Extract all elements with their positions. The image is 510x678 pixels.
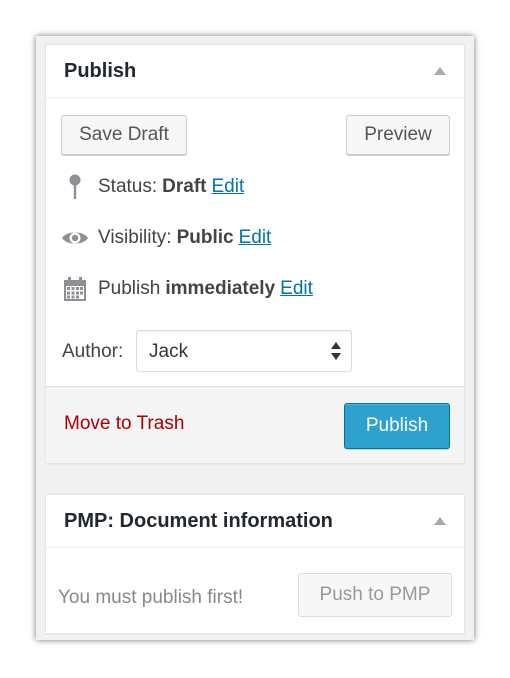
author-label: Author:	[62, 341, 124, 362]
pmp-box-header: PMP: Document information	[46, 495, 464, 548]
major-publishing-actions: Move to Trash Publish	[46, 386, 464, 463]
status-label: Status:	[98, 176, 158, 197]
visibility-label: Visibility:	[98, 227, 172, 248]
status-row: Status: Draft Edit	[60, 173, 244, 201]
visibility-row: Visibility: Public Edit	[60, 224, 271, 252]
schedule-label: Publish	[98, 278, 161, 299]
publish-button[interactable]: Publish	[344, 403, 450, 449]
publish-box-title: Publish	[64, 60, 137, 82]
save-draft-button[interactable]: Save Draft	[61, 115, 187, 155]
pmp-message: You must publish first!	[58, 587, 244, 608]
author-select[interactable]: Jack	[136, 330, 352, 372]
move-to-trash-link[interactable]: Move to Trash	[64, 413, 184, 435]
eye-icon	[60, 224, 90, 252]
preview-button[interactable]: Preview	[346, 115, 450, 155]
calendar-icon	[60, 275, 90, 303]
schedule-edit-link[interactable]: Edit	[280, 278, 313, 300]
schedule-value: immediately	[165, 278, 276, 299]
visibility-edit-link[interactable]: Edit	[239, 227, 272, 249]
pin-icon	[60, 173, 90, 201]
visibility-value: Public	[176, 227, 234, 248]
publish-box-header: Publish	[46, 45, 464, 98]
author-select-value: Jack	[149, 341, 189, 362]
collapse-arrow-icon[interactable]	[434, 67, 446, 75]
push-to-pmp-button: Push to PMP	[298, 573, 452, 617]
sidebar-frame: Publish Save Draft Preview Status: Draft…	[36, 36, 474, 640]
pmp-box-title: PMP: Document information	[64, 510, 333, 532]
collapse-arrow-icon[interactable]	[434, 517, 446, 525]
publish-box: Publish Save Draft Preview Status: Draft…	[45, 44, 465, 464]
pmp-box: PMP: Document information You must publi…	[45, 494, 465, 634]
select-arrows-icon	[331, 342, 341, 362]
schedule-row: Publish immediately Edit	[60, 275, 313, 303]
status-value: Draft	[162, 176, 207, 197]
status-edit-link[interactable]: Edit	[212, 176, 245, 198]
